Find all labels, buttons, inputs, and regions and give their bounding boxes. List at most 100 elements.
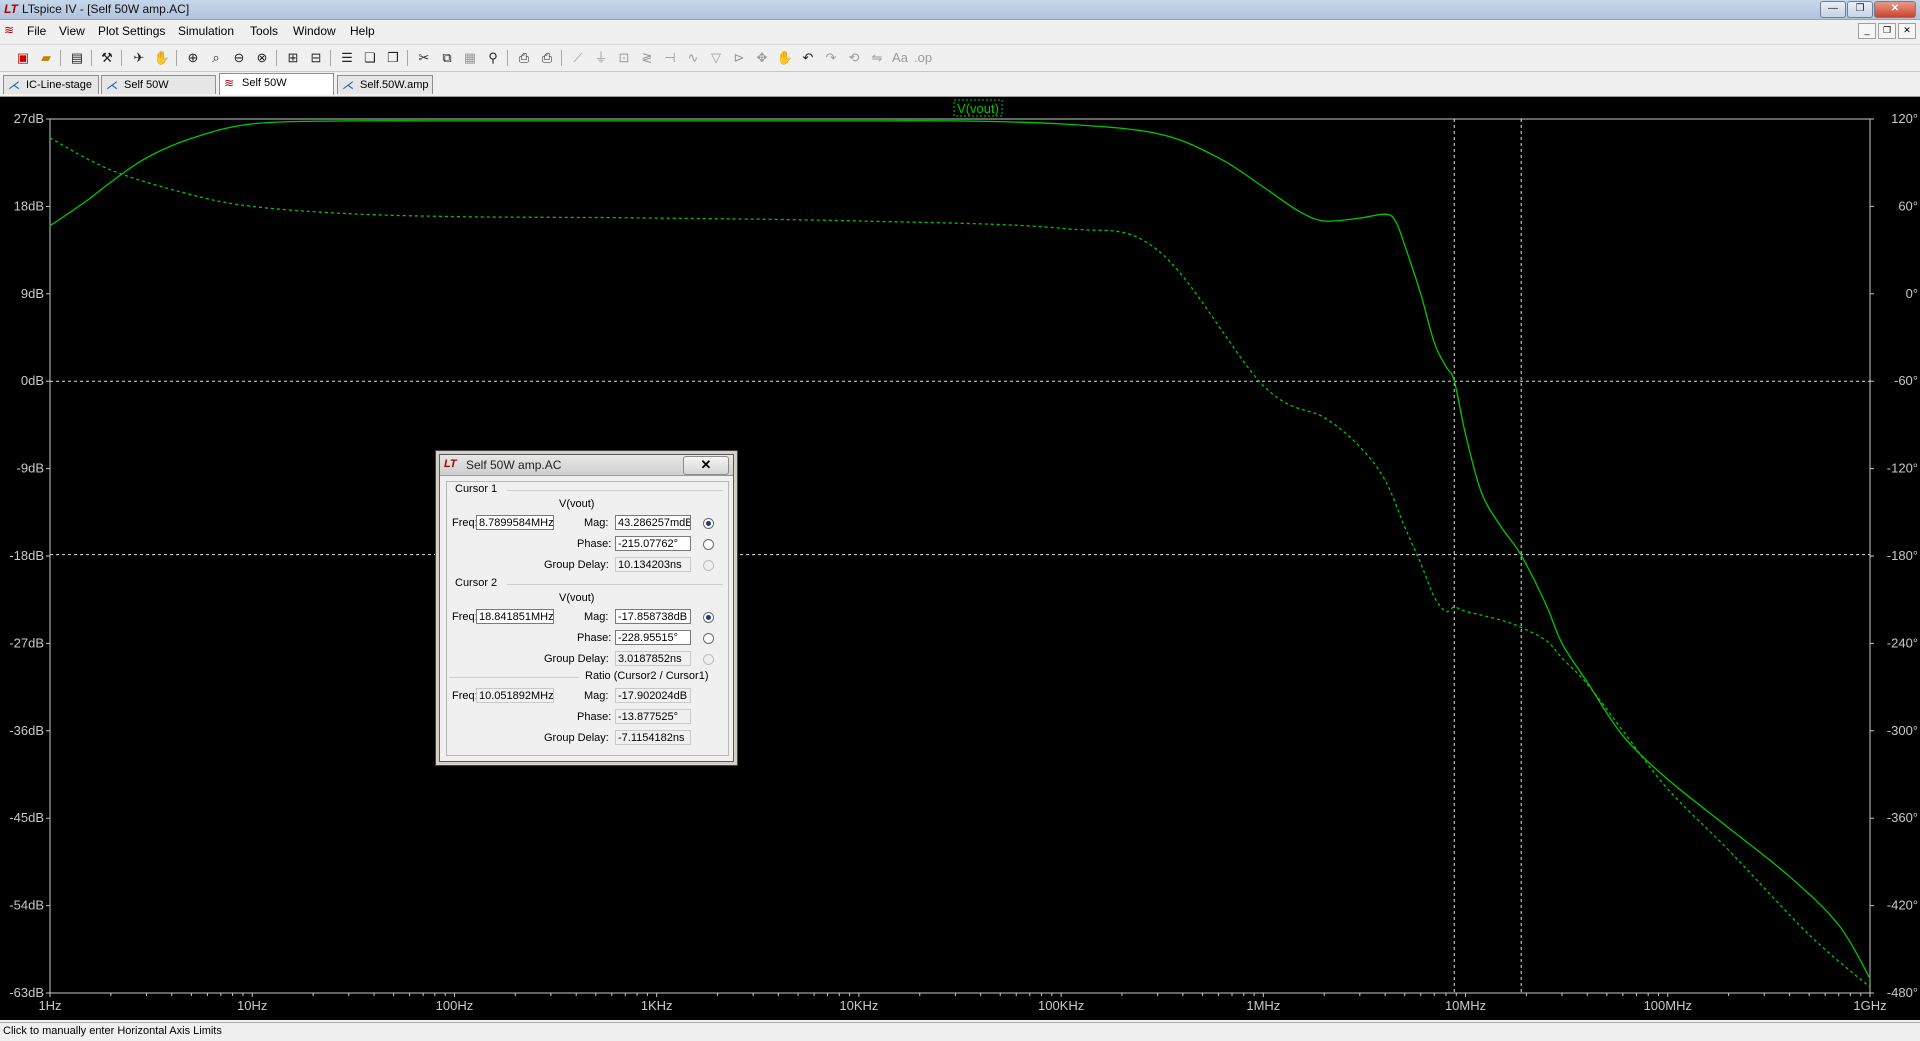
spice-directive-icon[interactable]: .op xyxy=(914,49,932,67)
menu-plot-settings[interactable]: Plot Settings xyxy=(98,24,165,38)
y-left-tick-label: -45dB xyxy=(9,810,44,825)
label-net-icon[interactable]: ⊡ xyxy=(615,49,633,67)
run-icon[interactable]: ✈ xyxy=(130,49,148,67)
inductor-icon[interactable]: ∿ xyxy=(684,49,702,67)
cursor2-phase-radio[interactable] xyxy=(703,633,714,644)
control-panel-icon[interactable]: ⚒ xyxy=(98,49,116,67)
wire-icon[interactable]: ⟋ xyxy=(569,49,587,67)
move-icon[interactable]: ✥ xyxy=(753,49,771,67)
y-left-tick-label: -54dB xyxy=(9,898,44,913)
tile-horizontal-icon[interactable]: ☰ xyxy=(338,49,356,67)
capacitor-icon[interactable]: ⊣ xyxy=(661,49,679,67)
menu-tools[interactable]: Tools xyxy=(250,24,278,38)
undo-icon[interactable]: ↶ xyxy=(799,49,817,67)
restore-button[interactable]: ❐ xyxy=(1847,1,1873,18)
text-icon[interactable]: Aa xyxy=(891,49,909,67)
ratio-heading: Ratio (Cursor2 / Cursor1) xyxy=(585,670,709,682)
x-tick-label: 1GHz xyxy=(1853,998,1886,1013)
cursor1-phase-radio[interactable] xyxy=(703,539,714,550)
mdi-close-button[interactable]: ✕ xyxy=(1898,23,1916,39)
component-icon[interactable]: ⊳ xyxy=(730,49,748,67)
cursor1-freq-field[interactable]: 8.7899584MHz xyxy=(476,515,554,530)
grid-icon[interactable]: ⊟ xyxy=(307,49,325,67)
pan-icon[interactable]: ⌕ xyxy=(207,49,225,67)
cursor2-phase-field[interactable]: -228.95515° xyxy=(615,630,691,645)
schematic-icon: ⋌ xyxy=(8,78,20,92)
mirror-icon[interactable]: ⇋ xyxy=(868,49,886,67)
menu-simulation[interactable]: Simulation xyxy=(178,24,234,38)
cursor2-mag-field[interactable]: -17.858738dB xyxy=(615,609,691,624)
bode-chart[interactable]: 1Hz 10Hz 100Hz 1KHz 10KHz 100KHz 1MHz 10MHz 100M… xyxy=(0,97,1920,1020)
y-left-tick-label: 9dB xyxy=(21,286,44,301)
rotate-icon[interactable]: ⟲ xyxy=(845,49,863,67)
status-bar: Click to manually enter Horizontal Axis … xyxy=(0,1022,1920,1041)
mdi-restore-button[interactable]: ❐ xyxy=(1878,23,1896,39)
schematic-icon: ⋌ xyxy=(342,78,354,92)
y-left-tick-label: -9dB xyxy=(17,461,44,476)
tab-self-50w-schematic[interactable]: ⋌ Self 50W amp.AC xyxy=(101,75,216,110)
minimize-button[interactable]: — xyxy=(1820,1,1846,18)
autorange-icon[interactable]: ⊞ xyxy=(284,49,302,67)
cursor1-gd-radio[interactable] xyxy=(703,560,714,571)
print-preview-icon[interactable]: ⎙ xyxy=(515,49,533,67)
cut-icon[interactable]: ✂ xyxy=(415,49,433,67)
ltspice-logo-icon: LT xyxy=(4,2,18,16)
menu-help[interactable]: Help xyxy=(350,24,375,38)
dialog-title: Self 50W amp.AC xyxy=(466,458,562,472)
redo-icon[interactable]: ↷ xyxy=(822,49,840,67)
cursor1-phase-field[interactable]: -215.07762° xyxy=(615,536,691,551)
cursor1-phase-label: Phase: xyxy=(577,538,612,550)
zoom-fit-icon[interactable]: ⊗ xyxy=(253,49,271,67)
y-left-tick-label: -36dB xyxy=(9,723,44,738)
cursor2-gd-radio[interactable] xyxy=(703,654,714,665)
cursor2-mag-radio[interactable] xyxy=(703,612,714,623)
cursor1-trace: V(vout) xyxy=(559,498,595,510)
x-tick-label: 1KHz xyxy=(641,998,673,1013)
ratio-mag-field: -17.902024dB xyxy=(615,688,691,703)
tab-ic-line-stage[interactable]: ⋌ IC-Line-stage xyxy=(3,75,99,94)
cursor1-freq-label: Freq: xyxy=(452,517,478,529)
status-text: Click to manually enter Horizontal Axis … xyxy=(3,1025,222,1037)
dialog-title-bar[interactable]: LT Self 50W amp.AC ✕ xyxy=(440,455,733,476)
open-folder-icon[interactable]: ▰ xyxy=(37,49,55,67)
y-left-tick-label: -18dB xyxy=(9,548,44,563)
copy-icon[interactable]: ⧉ xyxy=(438,49,456,67)
resistor-icon[interactable]: ≷ xyxy=(638,49,656,67)
zoom-out-icon[interactable]: ⊖ xyxy=(230,49,248,67)
tile-vertical-icon[interactable]: ❐ xyxy=(384,49,402,67)
ground-icon[interactable]: ⏚ xyxy=(592,49,610,67)
drag-icon[interactable]: ✋ xyxy=(776,49,794,67)
dialog-close-button[interactable]: ✕ xyxy=(683,456,729,475)
tab-self-50w-amp[interactable]: ⋌ Self.50W.amp xyxy=(337,75,433,94)
menu-view[interactable]: View xyxy=(59,24,85,38)
save-icon[interactable]: ▤ xyxy=(68,49,86,67)
tab-self-50w-waveform[interactable]: ≋ Self 50W amp.AC xyxy=(219,73,334,108)
title-bar: LT LTspice IV - [Self 50W amp.AC] — ❐ ✕ xyxy=(0,0,1920,20)
waveform-plot[interactable]: 1Hz 10Hz 100Hz 1KHz 10KHz 100KHz 1MHz 10MHz 100M… xyxy=(0,97,1920,1020)
menu-window[interactable]: Window xyxy=(293,24,336,38)
trace-label[interactable]: V(vout) xyxy=(957,101,999,116)
y-right-tick-label: -360° xyxy=(1887,810,1918,825)
new-schematic-icon[interactable]: ▣ xyxy=(14,49,32,67)
menu-file[interactable]: File xyxy=(27,24,46,38)
toolbar: ▣ ▰ ▤ ⚒ ✈ ✋ ⊕ ⌕ ⊖ ⊗ ⊞ ⊟ ☰ ❏ ❐ ✂ ⧉ ▦ ⚲ ⎙ … xyxy=(0,44,1920,72)
mdi-minimize-button[interactable]: _ xyxy=(1858,23,1876,39)
waveform-window-icon[interactable]: ≋ xyxy=(4,23,18,37)
cursor1-mag-field[interactable]: 43.286257mdB xyxy=(615,515,691,530)
cursor1-gd-label: Group Delay: xyxy=(544,559,609,571)
tab-label: Self.50W.amp xyxy=(360,79,429,91)
y-right-tick-label: -120° xyxy=(1887,461,1918,476)
close-button[interactable]: ✕ xyxy=(1874,1,1916,18)
find-icon[interactable]: ⚲ xyxy=(484,49,502,67)
y-right-tick-label: -180° xyxy=(1887,548,1918,563)
plot-frame xyxy=(49,118,1871,994)
halt-icon[interactable]: ✋ xyxy=(153,49,171,67)
print-icon[interactable]: ⎙ xyxy=(538,49,556,67)
cascade-icon[interactable]: ❏ xyxy=(361,49,379,67)
paste-icon[interactable]: ▦ xyxy=(461,49,479,67)
cursor1-heading: Cursor 1 xyxy=(455,483,498,495)
cursor2-freq-field[interactable]: 18.841851MHz xyxy=(476,609,554,624)
zoom-in-icon[interactable]: ⊕ xyxy=(184,49,202,67)
diode-icon[interactable]: ▽ xyxy=(707,49,725,67)
cursor1-mag-radio[interactable] xyxy=(703,518,714,529)
